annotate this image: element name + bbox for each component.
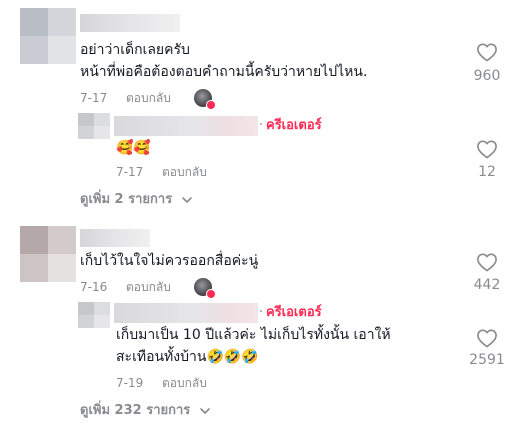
creator-avatar[interactable] <box>78 113 110 139</box>
comment-date: 7-17 <box>80 91 108 105</box>
commenter-avatar[interactable] <box>20 226 76 282</box>
creator-name[interactable] <box>114 116 258 136</box>
reply-button[interactable]: ตอบกลับ <box>126 91 171 106</box>
heart-outline-icon <box>477 140 497 159</box>
reply-date: 7-19 <box>116 376 144 390</box>
commenter-avatar[interactable] <box>20 8 76 64</box>
creator-label: ครีเอเตอร์ <box>266 118 322 133</box>
creator-liked-badge <box>194 278 216 299</box>
commenter-name[interactable] <box>80 14 180 32</box>
separator-dot: · <box>259 305 264 320</box>
reply-text-line-2: สะเทือนทั้งบ้าน🤣🤣🤣 <box>116 349 259 365</box>
comment-text-line-2: หน้าที่พ่อคือต้องตอบคำถามนี้ครับว่าหายไป… <box>80 64 368 80</box>
commenter-name[interactable] <box>80 229 150 247</box>
comment-text-line-1: เก็บไว้ในใจไม่ควรออกสื่อค่ะนู่ <box>80 253 259 269</box>
like-count: 12 <box>478 164 496 180</box>
heart-outline-icon <box>477 253 497 272</box>
creator-name[interactable] <box>114 303 258 323</box>
like-button[interactable] <box>467 139 507 163</box>
like-count: 2591 <box>469 352 505 368</box>
reply-emoji: 🥰🥰 <box>116 140 151 156</box>
like-button[interactable] <box>467 328 507 352</box>
reply-text-line-1: เก็บมาเป็น 10 ปีแล้วค่ะ ไม่เก็บไรทั้งนั้… <box>116 327 391 343</box>
view-more-label: ดูเพิ่ม 232 รายการ <box>80 403 191 418</box>
creator-liked-badge <box>194 89 216 110</box>
comment-date: 7-16 <box>80 280 108 294</box>
reply-button[interactable]: ตอบกลับ <box>162 165 207 180</box>
heart-outline-icon <box>477 329 497 348</box>
like-button[interactable] <box>467 252 507 276</box>
chevron-down-icon <box>181 196 192 203</box>
reply-date: 7-17 <box>116 165 144 179</box>
like-count: 442 <box>473 277 501 293</box>
creator-avatar[interactable] <box>78 302 110 328</box>
reply-button[interactable]: ตอบกลับ <box>126 280 171 295</box>
view-more-replies[interactable]: ดูเพิ่ม 2 รายการ <box>80 192 193 208</box>
comment-text-line-1: อย่าว่าเด็กเลยครับ <box>80 42 190 58</box>
like-count: 960 <box>473 68 501 84</box>
creator-label: ครีเอเตอร์ <box>266 305 322 320</box>
separator-dot: · <box>259 118 264 133</box>
view-more-label: ดูเพิ่ม 2 รายการ <box>80 192 173 207</box>
heart-outline-icon <box>477 43 497 62</box>
view-more-replies[interactable]: ดูเพิ่ม 232 รายการ <box>80 403 211 419</box>
like-button[interactable] <box>467 42 507 66</box>
chevron-down-icon <box>199 407 210 414</box>
reply-button[interactable]: ตอบกลับ <box>162 376 207 391</box>
